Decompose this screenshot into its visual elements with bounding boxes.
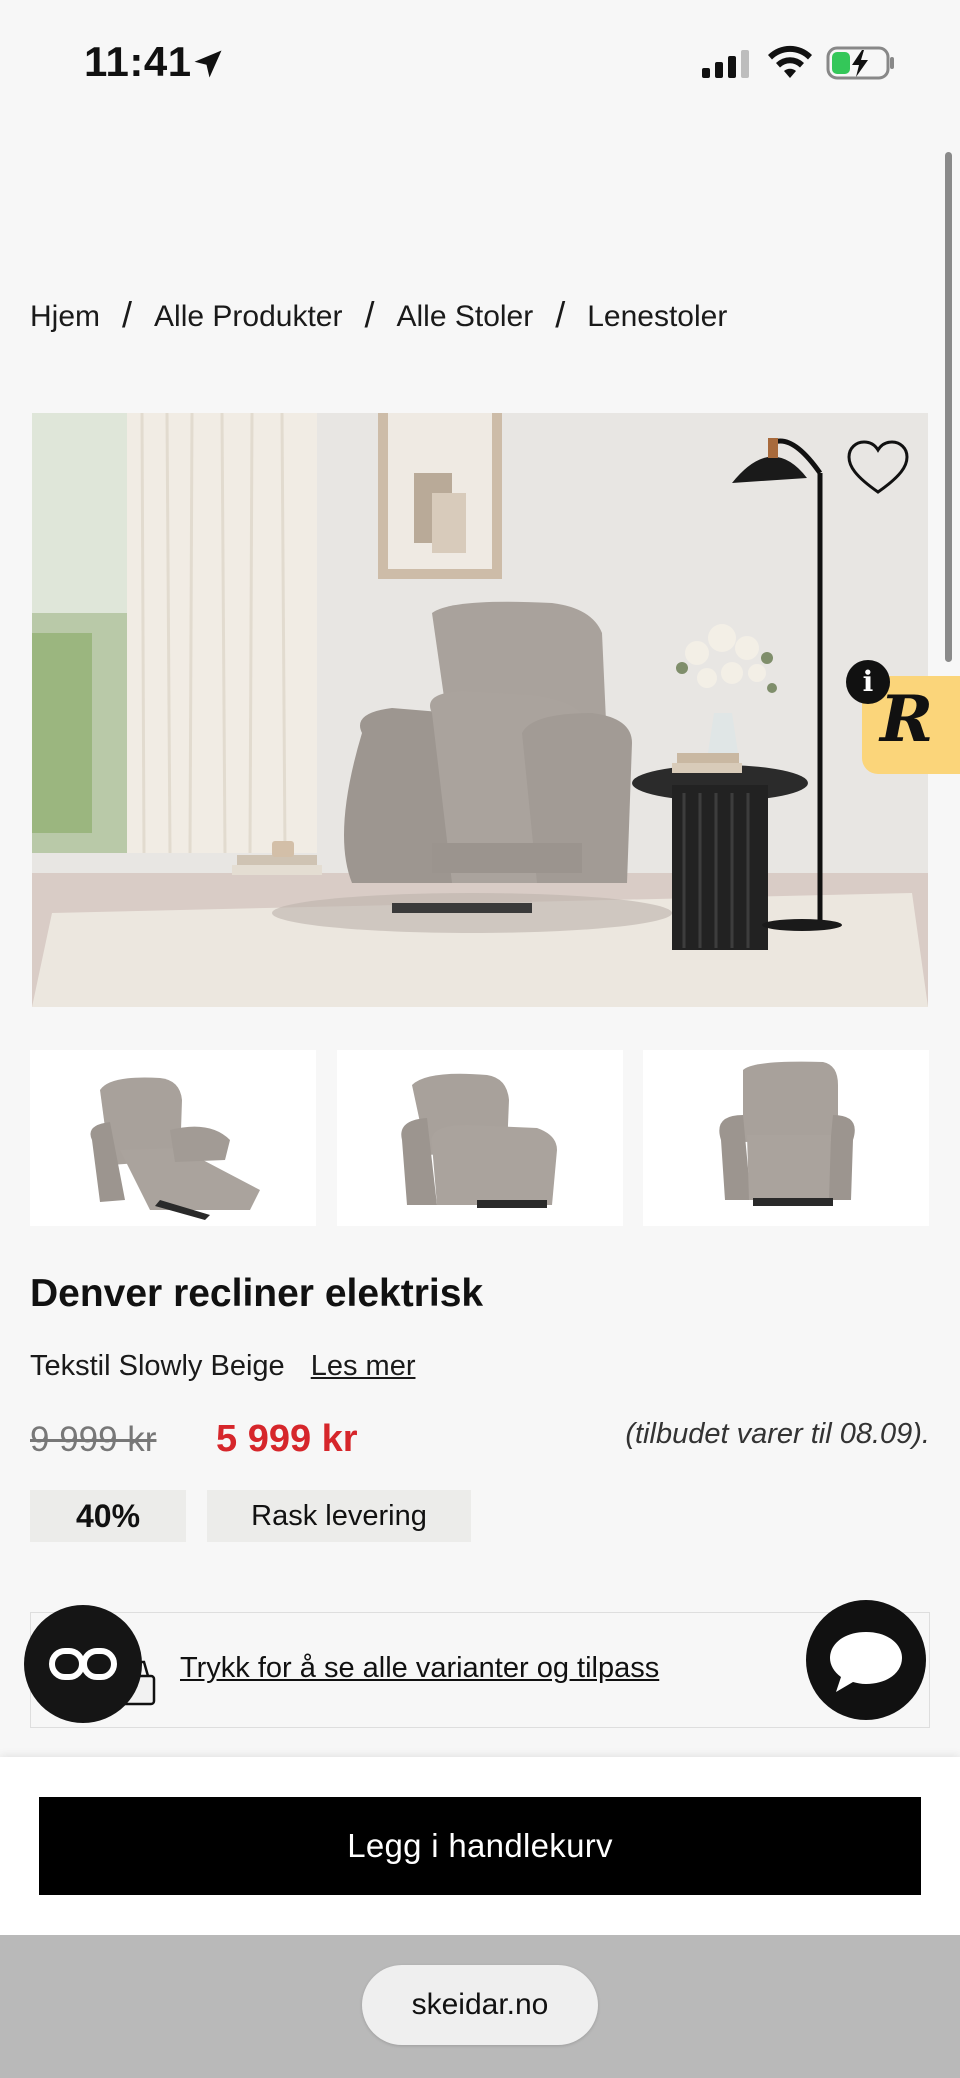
discount-badge: 40% (30, 1490, 186, 1542)
breadcrumb-separator: / (555, 294, 566, 335)
variant-line: Tekstil Slowly Beige Les mer (30, 1350, 415, 1383)
recliner-open-thumbnail-icon (90, 1077, 260, 1220)
offer-validity-note: (tilbudet varer til 08.09). (625, 1418, 930, 1450)
breadcrumb-all-products[interactable]: Alle Produkter (154, 300, 342, 334)
thumbnail-3[interactable] (643, 1050, 929, 1226)
status-bar: 11:41 (0, 0, 960, 120)
recliner-front-thumbnail-icon (719, 1061, 855, 1206)
variant-name: Tekstil Slowly Beige (30, 1350, 285, 1382)
chat-bubble-icon (830, 1632, 902, 1692)
status-time: 11:41 (84, 38, 192, 85)
recliner-side-thumbnail-icon (401, 1073, 557, 1208)
main-product-image[interactable] (32, 413, 928, 1007)
view-variants-link[interactable]: Trykk for å se alle varianter og tilpass (180, 1652, 659, 1685)
breadcrumb-home[interactable]: Hjem (30, 300, 100, 334)
wifi-icon (768, 45, 812, 78)
location-arrow-icon (194, 50, 222, 78)
sale-price: 5 999 kr (216, 1418, 358, 1460)
breadcrumb-all-chairs[interactable]: Alle Stoler (396, 300, 533, 334)
info-icon[interactable]: i (846, 660, 890, 704)
old-price: 9 999 kr (30, 1420, 157, 1459)
page-scrollbar[interactable] (945, 152, 952, 662)
battery-charging-icon (826, 46, 894, 80)
glasses-icon (49, 1648, 117, 1680)
read-more-link[interactable]: Les mer (311, 1350, 416, 1382)
add-to-cart-button[interactable]: Legg i handlekurv (39, 1797, 921, 1895)
cellular-signal-icon (702, 50, 749, 78)
address-bar[interactable]: skeidar.no (362, 1965, 598, 2045)
ar-view-button[interactable] (24, 1605, 142, 1723)
breadcrumb-armchairs[interactable]: Lenestoler (587, 300, 727, 334)
product-title: Denver recliner elektrisk (30, 1272, 484, 1315)
thumbnail-2[interactable] (337, 1050, 623, 1226)
recliner-scene-illustration (32, 413, 928, 1007)
favorite-heart-icon[interactable] (845, 438, 911, 498)
breadcrumb-separator: / (122, 294, 133, 335)
chat-button[interactable] (806, 1600, 926, 1720)
delivery-badge: Rask levering (207, 1490, 471, 1542)
reviews-widget-logo[interactable]: R (880, 682, 933, 757)
breadcrumb-separator: / (364, 294, 375, 335)
thumbnail-1[interactable] (30, 1050, 316, 1226)
breadcrumb: Hjem / Alle Produkter / Alle Stoler / Le… (30, 294, 727, 338)
